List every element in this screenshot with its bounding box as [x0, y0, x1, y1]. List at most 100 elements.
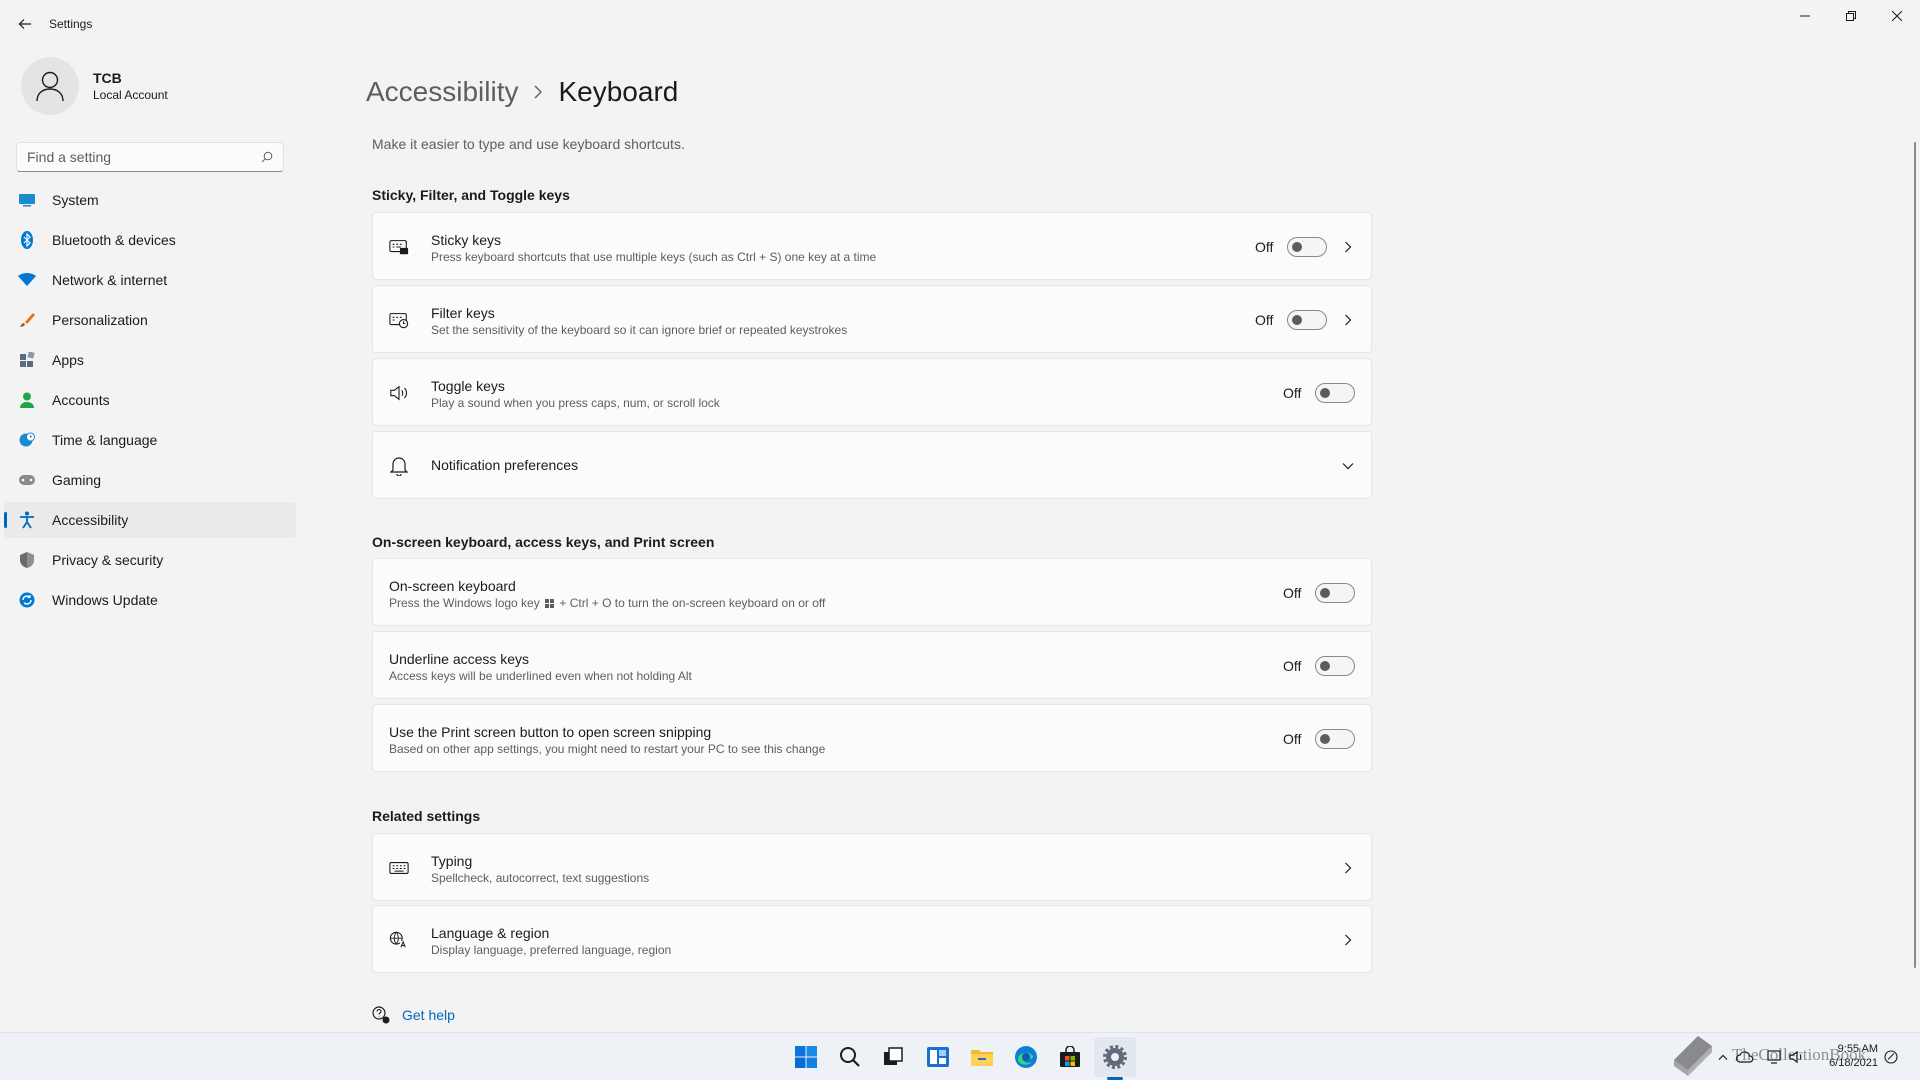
sidebar-item-label: System	[52, 192, 99, 208]
task-view-button[interactable]	[877, 1041, 909, 1073]
sidebar-item-system[interactable]: System	[4, 182, 296, 218]
sidebar-item-personalization[interactable]: Personalization	[4, 302, 296, 338]
toggle-knob	[1320, 734, 1330, 744]
sidebar-item-label: Gaming	[52, 472, 102, 488]
filter-keys-toggle[interactable]	[1287, 310, 1327, 330]
onscreen-keyboard-card[interactable]: On-screen keyboard Press the Windows log…	[372, 558, 1372, 626]
toggle-knob	[1320, 588, 1330, 598]
bluetooth-icon	[17, 230, 37, 250]
print-screen-toggle[interactable]	[1315, 729, 1355, 749]
card-title: Underline access keys	[389, 651, 530, 667]
start-button[interactable]	[790, 1041, 822, 1073]
card-description: Based on other app settings, you might n…	[389, 742, 826, 756]
toggle-knob	[1320, 661, 1330, 671]
toggle-state-label: Off	[1255, 239, 1274, 255]
settings-taskbar-button[interactable]	[1099, 1041, 1131, 1073]
sticky-keys-toggle[interactable]	[1287, 237, 1327, 257]
notification-preferences-card[interactable]: Notification preferences	[372, 431, 1372, 499]
onscreen-keyboard-toggle[interactable]	[1315, 583, 1355, 603]
toggle-knob	[1292, 315, 1302, 325]
card-description: Display language, preferred language, re…	[431, 943, 672, 957]
bell-icon	[389, 456, 409, 476]
sidebar-item-windows-update[interactable]: Windows Update	[4, 582, 296, 618]
back-arrow-icon	[18, 19, 31, 29]
card-description: Press the Windows logo key + Ctrl + O to…	[389, 595, 825, 611]
sidebar-item-accessibility[interactable]: Accessibility	[4, 502, 296, 538]
search-icon[interactable]	[261, 151, 273, 163]
restore-button[interactable]	[1828, 0, 1874, 32]
settings-icon	[1103, 1045, 1127, 1069]
file-explorer-button[interactable]	[966, 1041, 998, 1073]
chevron-right-icon[interactable]	[1338, 237, 1358, 257]
toggle-keys-toggle[interactable]	[1315, 383, 1355, 403]
sidebar-item-gaming[interactable]: Gaming	[4, 462, 296, 498]
sidebar-item-apps[interactable]: Apps	[4, 342, 296, 378]
profile-account-type: Local Account	[93, 88, 168, 102]
language-region-card[interactable]: Language & region Display language, pref…	[372, 905, 1372, 973]
chevron-down-icon[interactable]	[1338, 456, 1358, 476]
user-profile[interactable]: TCB Local Account	[21, 57, 168, 115]
back-button[interactable]	[13, 12, 37, 36]
chevron-right-icon[interactable]	[1338, 858, 1358, 878]
minimize-button[interactable]	[1782, 0, 1828, 32]
keyboard-icon	[389, 858, 409, 878]
sticky-keys-icon	[389, 237, 409, 257]
toggle-knob	[1292, 242, 1302, 252]
sticky-keys-card[interactable]: Sticky keys Press keyboard shortcuts tha…	[372, 212, 1372, 280]
chevron-right-icon	[534, 85, 543, 99]
edge-icon	[1015, 1046, 1037, 1068]
toggle-state-label: Off	[1283, 585, 1302, 601]
card-title: Use the Print screen button to open scre…	[389, 724, 712, 740]
person-icon	[36, 71, 64, 102]
widgets-button[interactable]	[922, 1041, 954, 1073]
update-icon	[17, 590, 37, 610]
scrollbar[interactable]	[1914, 142, 1916, 968]
typing-card[interactable]: Typing Spellcheck, autocorrect, text sug…	[372, 833, 1372, 901]
description-part: + Ctrl + O to turn the on-screen keyboar…	[559, 596, 826, 610]
toggle-keys-card[interactable]: Toggle keys Play a sound when you press …	[372, 358, 1372, 426]
store-icon	[1060, 1046, 1080, 1067]
sidebar-item-bluetooth[interactable]: Bluetooth & devices	[4, 222, 296, 258]
sidebar-item-label: Windows Update	[52, 592, 158, 608]
card-description: Press keyboard shortcuts that use multip…	[431, 250, 877, 264]
get-help-link[interactable]: Get help	[372, 1006, 455, 1024]
watermark-text: TheCollectionBook	[1732, 1045, 1867, 1064]
help-chat-icon	[372, 1006, 390, 1024]
chevron-right-icon[interactable]	[1338, 310, 1358, 330]
breadcrumb-parent[interactable]: Accessibility	[366, 76, 518, 108]
search-box[interactable]	[16, 142, 284, 172]
system-icon	[17, 190, 37, 210]
task-view-icon	[884, 1047, 903, 1065]
sidebar-item-label: Time & language	[52, 432, 158, 448]
sidebar-item-accounts[interactable]: Accounts	[4, 382, 296, 418]
globe-clock-icon	[17, 430, 37, 450]
breadcrumb: Accessibility Keyboard	[366, 76, 678, 108]
sidebar-item-label: Accessibility	[52, 512, 129, 528]
close-button[interactable]	[1874, 0, 1920, 32]
card-title: On-screen keyboard	[389, 578, 516, 594]
search-input[interactable]	[27, 149, 261, 165]
get-help-label[interactable]: Get help	[402, 1007, 455, 1023]
card-description: Play a sound when you press caps, num, o…	[431, 396, 720, 410]
taskbar-search-button[interactable]	[834, 1041, 866, 1073]
print-screen-snipping-card[interactable]: Use the Print screen button to open scre…	[372, 704, 1372, 772]
windows-logo-icon	[795, 1046, 817, 1068]
underline-access-keys-card[interactable]: Underline access keys Access keys will b…	[372, 631, 1372, 699]
widgets-icon	[927, 1047, 949, 1067]
chevron-right-icon[interactable]	[1338, 930, 1358, 950]
store-button[interactable]	[1054, 1041, 1086, 1073]
sidebar-item-time-language[interactable]: Time & language	[4, 422, 296, 458]
edge-button[interactable]	[1010, 1041, 1042, 1073]
sidebar-item-privacy[interactable]: Privacy & security	[4, 542, 296, 578]
toggle-state-label: Off	[1283, 658, 1302, 674]
card-title: Typing	[431, 853, 473, 869]
section-title-related-settings: Related settings	[372, 808, 481, 824]
gamepad-icon	[17, 470, 37, 490]
card-description: Set the sensitivity of the keyboard so i…	[431, 323, 848, 337]
sidebar-item-network[interactable]: Network & internet	[4, 262, 296, 298]
filter-keys-card[interactable]: Filter keys Set the sensitivity of the k…	[372, 285, 1372, 353]
windows-logo-icon	[545, 599, 555, 608]
card-title: Sticky keys	[431, 232, 502, 248]
notification-tray[interactable]	[1882, 1049, 1900, 1065]
underline-access-keys-toggle[interactable]	[1315, 656, 1355, 676]
